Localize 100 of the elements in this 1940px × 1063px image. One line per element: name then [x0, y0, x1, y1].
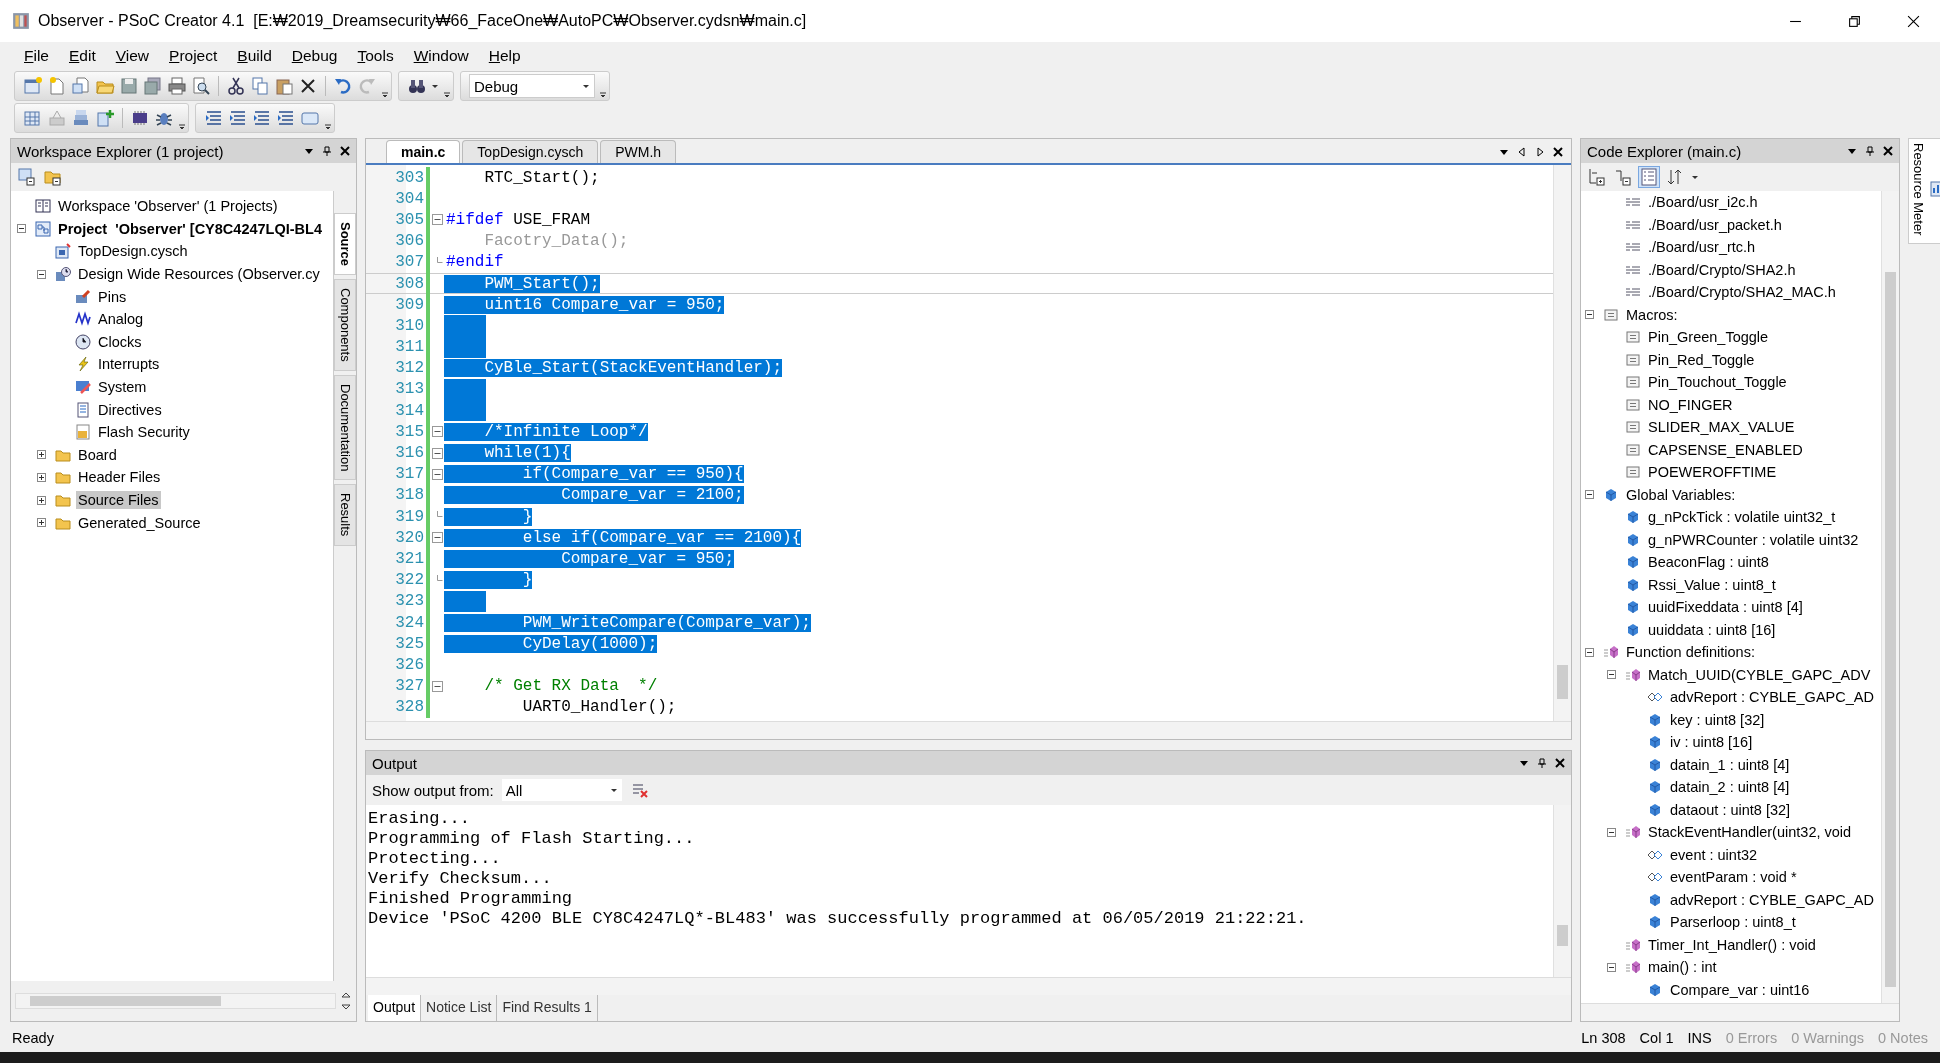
collapse-toggle[interactable]	[1585, 647, 1594, 657]
expand-toggle[interactable]	[37, 450, 46, 460]
tree-item[interactable]: datain_1 : uint8 [4]	[1668, 755, 1792, 774]
menu-item[interactable]: Edit	[59, 45, 106, 67]
tree-item[interactable]: advReport : CYBLE_GAPC_AD	[1668, 890, 1876, 909]
tree-item[interactable]: Project 'Observer' [CY8C4247LQI-BL4	[56, 219, 324, 238]
indent-icon[interactable]	[228, 108, 248, 128]
tree-item[interactable]: uuidFixeddata : uint8 [4]	[1646, 598, 1805, 617]
undo-icon[interactable]	[333, 76, 353, 96]
tree-item[interactable]: Analog	[96, 310, 146, 329]
collapse-toggle[interactable]	[1607, 962, 1616, 972]
tree-item[interactable]: Compare_var : uint16	[1668, 980, 1812, 999]
file-tab[interactable]: PWM.h	[600, 140, 677, 163]
tree-item[interactable]: BeaconFlag : uint8	[1646, 553, 1771, 572]
horizontal-scrollbar[interactable]	[366, 977, 1571, 995]
tree-item[interactable]: Clocks	[96, 332, 144, 351]
tree-item[interactable]: Global Variables:	[1624, 485, 1738, 504]
tree-item[interactable]: Source Files	[76, 491, 161, 509]
collapse-toggle[interactable]	[17, 224, 26, 234]
vertical-scrollbar[interactable]	[1553, 805, 1571, 977]
horizontal-scrollbar[interactable]	[15, 993, 336, 1009]
tree-item[interactable]: Match_UUID(CYBLE_GAPC_ADV	[1646, 665, 1873, 684]
tree-item[interactable]: iv : uint8 [16]	[1668, 733, 1755, 752]
fold-toggle[interactable]	[431, 426, 443, 438]
caret-icon[interactable]	[1519, 758, 1529, 768]
scroll-right-icon[interactable]	[1535, 147, 1545, 157]
tree-item[interactable]: Flash Security	[96, 423, 192, 442]
file-tab[interactable]: TopDesign.cysch	[462, 140, 599, 163]
menu-item[interactable]: Debug	[281, 45, 348, 67]
tree-item[interactable]: Board	[76, 445, 119, 464]
new-project-icon[interactable]	[23, 76, 43, 96]
align-lines-icon[interactable]	[252, 108, 272, 128]
tree-item[interactable]: ./Board/usr_rtc.h	[1646, 238, 1758, 257]
menu-item[interactable]: File	[14, 45, 59, 67]
list-view-icon[interactable]	[1639, 167, 1659, 187]
vertical-scrollbar[interactable]	[1881, 191, 1899, 1003]
collapse-all-icon[interactable]	[17, 167, 37, 187]
tree-item[interactable]: SLIDER_MAX_VALUE	[1646, 418, 1797, 437]
side-tab[interactable]: Resource Meter	[1908, 138, 1940, 245]
output-source-dropdown[interactable]: All	[501, 779, 622, 801]
tree-item[interactable]: StackEventHandler(uint32, void	[1646, 823, 1854, 842]
output-tab[interactable]: Output	[368, 995, 422, 1021]
configuration-dropdown[interactable]: Debug	[469, 74, 595, 98]
collapse-toggle[interactable]	[1585, 490, 1594, 500]
tree-item[interactable]: Directives	[96, 400, 164, 419]
tree-item[interactable]: Generated_Source	[76, 513, 203, 532]
tree-item[interactable]: NO_FINGER	[1646, 395, 1735, 414]
collapse-toggle[interactable]	[1607, 670, 1616, 680]
tree-item[interactable]: System	[96, 378, 149, 397]
add-file-icon[interactable]	[71, 76, 91, 96]
save-all-icon[interactable]	[143, 76, 163, 96]
outdent-icon[interactable]	[204, 108, 224, 128]
fold-toggle[interactable]	[431, 532, 443, 544]
pin-icon[interactable]	[322, 146, 332, 156]
tree-item[interactable]: Pins	[96, 287, 129, 306]
cut-icon[interactable]	[226, 76, 246, 96]
tree-item[interactable]: ./Board/Crypto/SHA2.h	[1646, 260, 1798, 279]
comment-lines-icon[interactable]	[276, 108, 296, 128]
tree-item[interactable]: Rssi_Value : uint8_t	[1646, 575, 1778, 594]
tree-item[interactable]: Macros:	[1624, 305, 1680, 324]
build-icon[interactable]	[23, 108, 43, 128]
caret-icon[interactable]	[1499, 147, 1509, 157]
menu-item[interactable]: Tools	[347, 45, 404, 67]
file-tab[interactable]: main.c	[386, 140, 461, 163]
menu-item[interactable]: Project	[159, 45, 228, 67]
expand-all-icon[interactable]	[1587, 167, 1607, 187]
output-tab[interactable]: Find Results 1	[497, 995, 598, 1021]
menu-item[interactable]: Window	[403, 45, 479, 67]
side-tab[interactable]: Results	[334, 484, 356, 546]
side-tab[interactable]: Components	[334, 279, 356, 371]
tree-item[interactable]: Parserloop : uint8_t	[1668, 913, 1798, 932]
tree-item[interactable]: key : uint8 [32]	[1668, 710, 1767, 729]
save-icon[interactable]	[119, 76, 139, 96]
tree-item[interactable]: Header Files	[76, 468, 163, 487]
tree-item[interactable]: ./Board/usr_packet.h	[1646, 215, 1784, 234]
expand-toggle[interactable]	[37, 518, 46, 528]
horizontal-scrollbar[interactable]	[366, 721, 1571, 739]
caret-icon[interactable]	[304, 146, 314, 156]
fold-toggle[interactable]	[431, 447, 443, 459]
tree-item[interactable]: TopDesign.cysch	[76, 242, 190, 261]
tree-item[interactable]: Pin_Touchout_Toggle	[1646, 373, 1789, 392]
scroll-left-icon[interactable]	[1517, 147, 1527, 157]
pin-icon[interactable]	[1865, 146, 1875, 156]
print-preview-icon[interactable]	[191, 76, 211, 96]
tree-item[interactable]: Timer_Int_Handler() : void	[1646, 935, 1818, 954]
fold-toggle[interactable]	[431, 468, 443, 480]
tree-item[interactable]: main() : int	[1646, 958, 1719, 977]
expand-toggle[interactable]	[37, 472, 46, 482]
menu-item[interactable]: View	[105, 45, 160, 67]
vertical-scrollbar[interactable]	[1553, 165, 1571, 721]
tree-item[interactable]: event : uint32	[1668, 845, 1760, 864]
side-tab[interactable]: Documentation	[334, 374, 356, 481]
tree-item[interactable]: advReport : CYBLE_GAPC_AD	[1668, 688, 1876, 707]
caret-icon[interactable]	[1847, 146, 1857, 156]
tree-item[interactable]: CAPSENSE_ENABLED	[1646, 440, 1805, 459]
print-icon[interactable]	[167, 76, 187, 96]
menu-item[interactable]: Build	[227, 45, 282, 67]
collapse-toggle[interactable]	[37, 269, 46, 279]
tree-item[interactable]: g_nPckTick : volatile uint32_t	[1646, 508, 1838, 527]
pin-icon[interactable]	[1537, 758, 1547, 768]
